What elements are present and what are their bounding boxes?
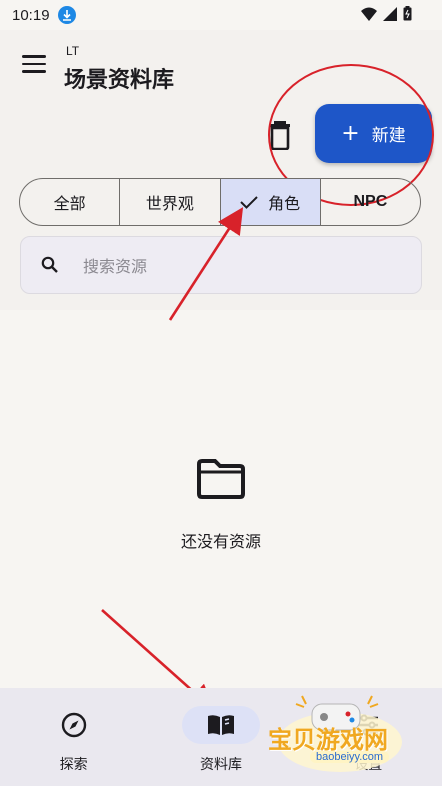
annotation-arrow-top <box>168 207 244 321</box>
annotation-arrows <box>101 207 244 711</box>
nav-label: 探索 <box>59 757 88 773</box>
watermark-url: baobeiyy.com <box>310 751 390 763</box>
book-icon <box>181 706 260 744</box>
nav-explore[interactable]: 探索 <box>0 688 147 786</box>
watermark-text: 宝贝游戏网 <box>268 726 388 754</box>
compass-icon <box>35 706 113 744</box>
nav-label: 资料库 <box>199 757 242 773</box>
